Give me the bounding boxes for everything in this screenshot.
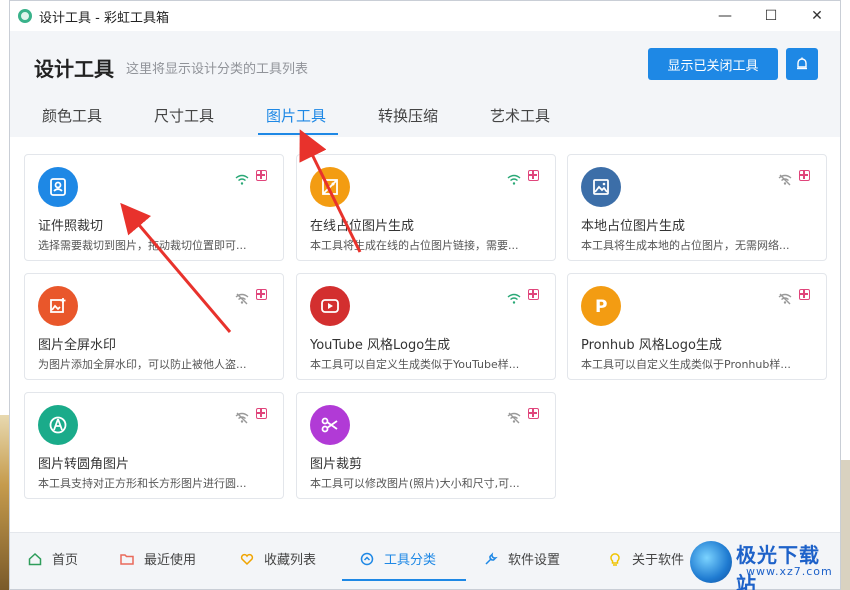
tool-card[interactable]: 本地占位图片生成本工具将生成本地的占位图片，无需网络... [567,154,827,261]
nav-item-2[interactable]: 收藏列表 [240,549,316,568]
wifi-icon [507,290,521,304]
placeholder-image-icon [310,167,350,207]
wifi-off-icon [778,171,792,186]
wifi-off-icon [235,409,249,424]
category-tabs: 颜色工具 尺寸工具 图片工具 转换压缩 艺术工具 [10,99,840,137]
nav-label: 关于软件 [632,553,685,568]
app-window: 设计工具 - 彩虹工具箱 — ☐ ✕ 设计工具 这里将显示设计分类的工具列表 显… [9,0,841,590]
add-favorite-icon[interactable] [256,170,267,181]
watermark-logo-icon [690,541,732,583]
nav-item-0[interactable]: 首页 [28,549,78,568]
scissors-icon [310,405,350,445]
heart-icon [240,552,254,566]
wifi-off-icon [507,409,521,424]
tab-3[interactable]: 转换压缩 [378,105,438,126]
tool-card[interactable]: P Pronhub 风格Logo生成本工具可以自定义生成类似于Pronhub样..… [567,273,827,380]
show-closed-tools-button[interactable]: 显示已关闭工具 [648,48,778,80]
add-favorite-icon[interactable] [528,408,539,419]
tool-name: 图片裁剪 [310,457,363,472]
svg-text:P: P [595,297,607,316]
nav-item-1[interactable]: 最近使用 [120,549,196,568]
nav-label: 最近使用 [144,553,197,568]
compass-icon [38,405,78,445]
close-button[interactable]: ✕ [794,1,840,31]
page-subtitle: 这里将显示设计分类的工具列表 [126,62,309,77]
wifi-off-icon [235,290,249,305]
title-bar[interactable]: 设计工具 - 彩虹工具箱 — ☐ ✕ [10,1,840,31]
active-nav-indicator [342,579,466,581]
nav-item-3[interactable]: 工具分类 [360,549,436,568]
tool-card[interactable]: 图片裁剪本工具可以修改图片(照片)大小和尺寸,可... [296,392,556,499]
add-favorite-icon[interactable] [528,170,539,181]
window-title: 设计工具 - 彩虹工具箱 [39,10,169,26]
tool-description: 为图片添加全屏水印，可以防止被他人盗... [38,358,247,371]
add-favorite-icon[interactable] [799,170,810,181]
add-image-icon [38,286,78,326]
folder-icon [120,552,134,566]
home-icon [28,552,42,566]
tool-name: 图片全屏水印 [38,338,117,353]
tab-4[interactable]: 艺术工具 [490,105,550,126]
tool-description: 本工具可以自定义生成类似于Pronhub样... [581,358,791,371]
background-left-photo [0,415,9,590]
wrench-icon [484,551,498,566]
notification-button[interactable] [786,48,818,80]
tool-card[interactable]: 证件照裁切选择需要裁切到图片，拖动裁切位置即可... [24,154,284,261]
watermark: 极光下载站 www.xz7.com [690,535,840,590]
tool-description: 本工具可以修改图片(照片)大小和尺寸,可... [310,477,520,490]
nav-label: 工具分类 [384,553,437,568]
tool-card[interactable]: 图片转圆角图片本工具支持对正方形和长方形图片进行圆... [24,392,284,499]
tool-description: 本工具可以自定义生成类似于YouTube样... [310,358,520,371]
tool-name: 本地占位图片生成 [581,219,686,234]
background-right-photo [840,460,850,590]
watermark-url: www.xz7.com [746,565,833,578]
tool-card[interactable]: 在线占位图片生成本工具将生成在线的占位图片链接，需要... [296,154,556,261]
page-header: 设计工具 这里将显示设计分类的工具列表 显示已关闭工具 [10,31,840,99]
window-controls: — ☐ ✕ [702,1,840,31]
add-favorite-icon[interactable] [799,289,810,300]
page-title: 设计工具 [34,57,114,81]
tool-description: 本工具将生成本地的占位图片，无需网络... [581,239,790,252]
tool-name: 证件照裁切 [38,219,104,234]
minimize-button[interactable]: — [702,1,748,31]
bulb-icon [608,552,622,566]
id-photo-icon [38,167,78,207]
wifi-off-icon [778,290,792,305]
tab-2[interactable]: 图片工具 [266,105,326,126]
tool-card[interactable]: 图片全屏水印为图片添加全屏水印，可以防止被他人盗... [24,273,284,380]
add-favorite-icon[interactable] [256,289,267,300]
tab-1[interactable]: 尺寸工具 [154,105,214,126]
play-icon [310,286,350,326]
category-icon [360,552,374,566]
nav-label: 收藏列表 [264,553,317,568]
maximize-button[interactable]: ☐ [748,1,794,31]
tool-card[interactable]: YouTube 风格Logo生成本工具可以自定义生成类似于YouTube样... [296,273,556,380]
active-tab-indicator [258,133,338,135]
bell-icon [797,57,807,70]
letter-p-icon: P [581,286,621,326]
nav-item-5[interactable]: 关于软件 [608,549,684,568]
wifi-icon [507,171,521,185]
nav-item-4[interactable]: 软件设置 [484,549,560,568]
nav-label: 软件设置 [508,553,561,568]
tool-name: Pronhub 风格Logo生成 [581,338,722,353]
tool-name: YouTube 风格Logo生成 [310,338,451,353]
tool-grid: 证件照裁切 选择需要裁切到图片，拖动裁切位置即可... 在线占位图片生成 本工具将生成… [10,137,840,532]
tool-name: 在线占位图片生成 [310,219,415,234]
tool-description: 选择需要裁切到图片，拖动裁切位置即可... [38,239,247,252]
tab-0[interactable]: 颜色工具 [42,105,102,126]
add-favorite-icon[interactable] [256,408,267,419]
add-favorite-icon[interactable] [528,289,539,300]
wifi-icon [235,171,249,185]
tool-description: 本工具支持对正方形和长方形图片进行圆... [38,477,247,490]
image-icon [581,167,621,207]
tool-name: 图片转圆角图片 [38,457,130,472]
nav-label: 首页 [52,553,79,568]
app-logo-icon [18,9,32,23]
tool-description: 本工具将生成在线的占位图片链接，需要... [310,239,519,252]
